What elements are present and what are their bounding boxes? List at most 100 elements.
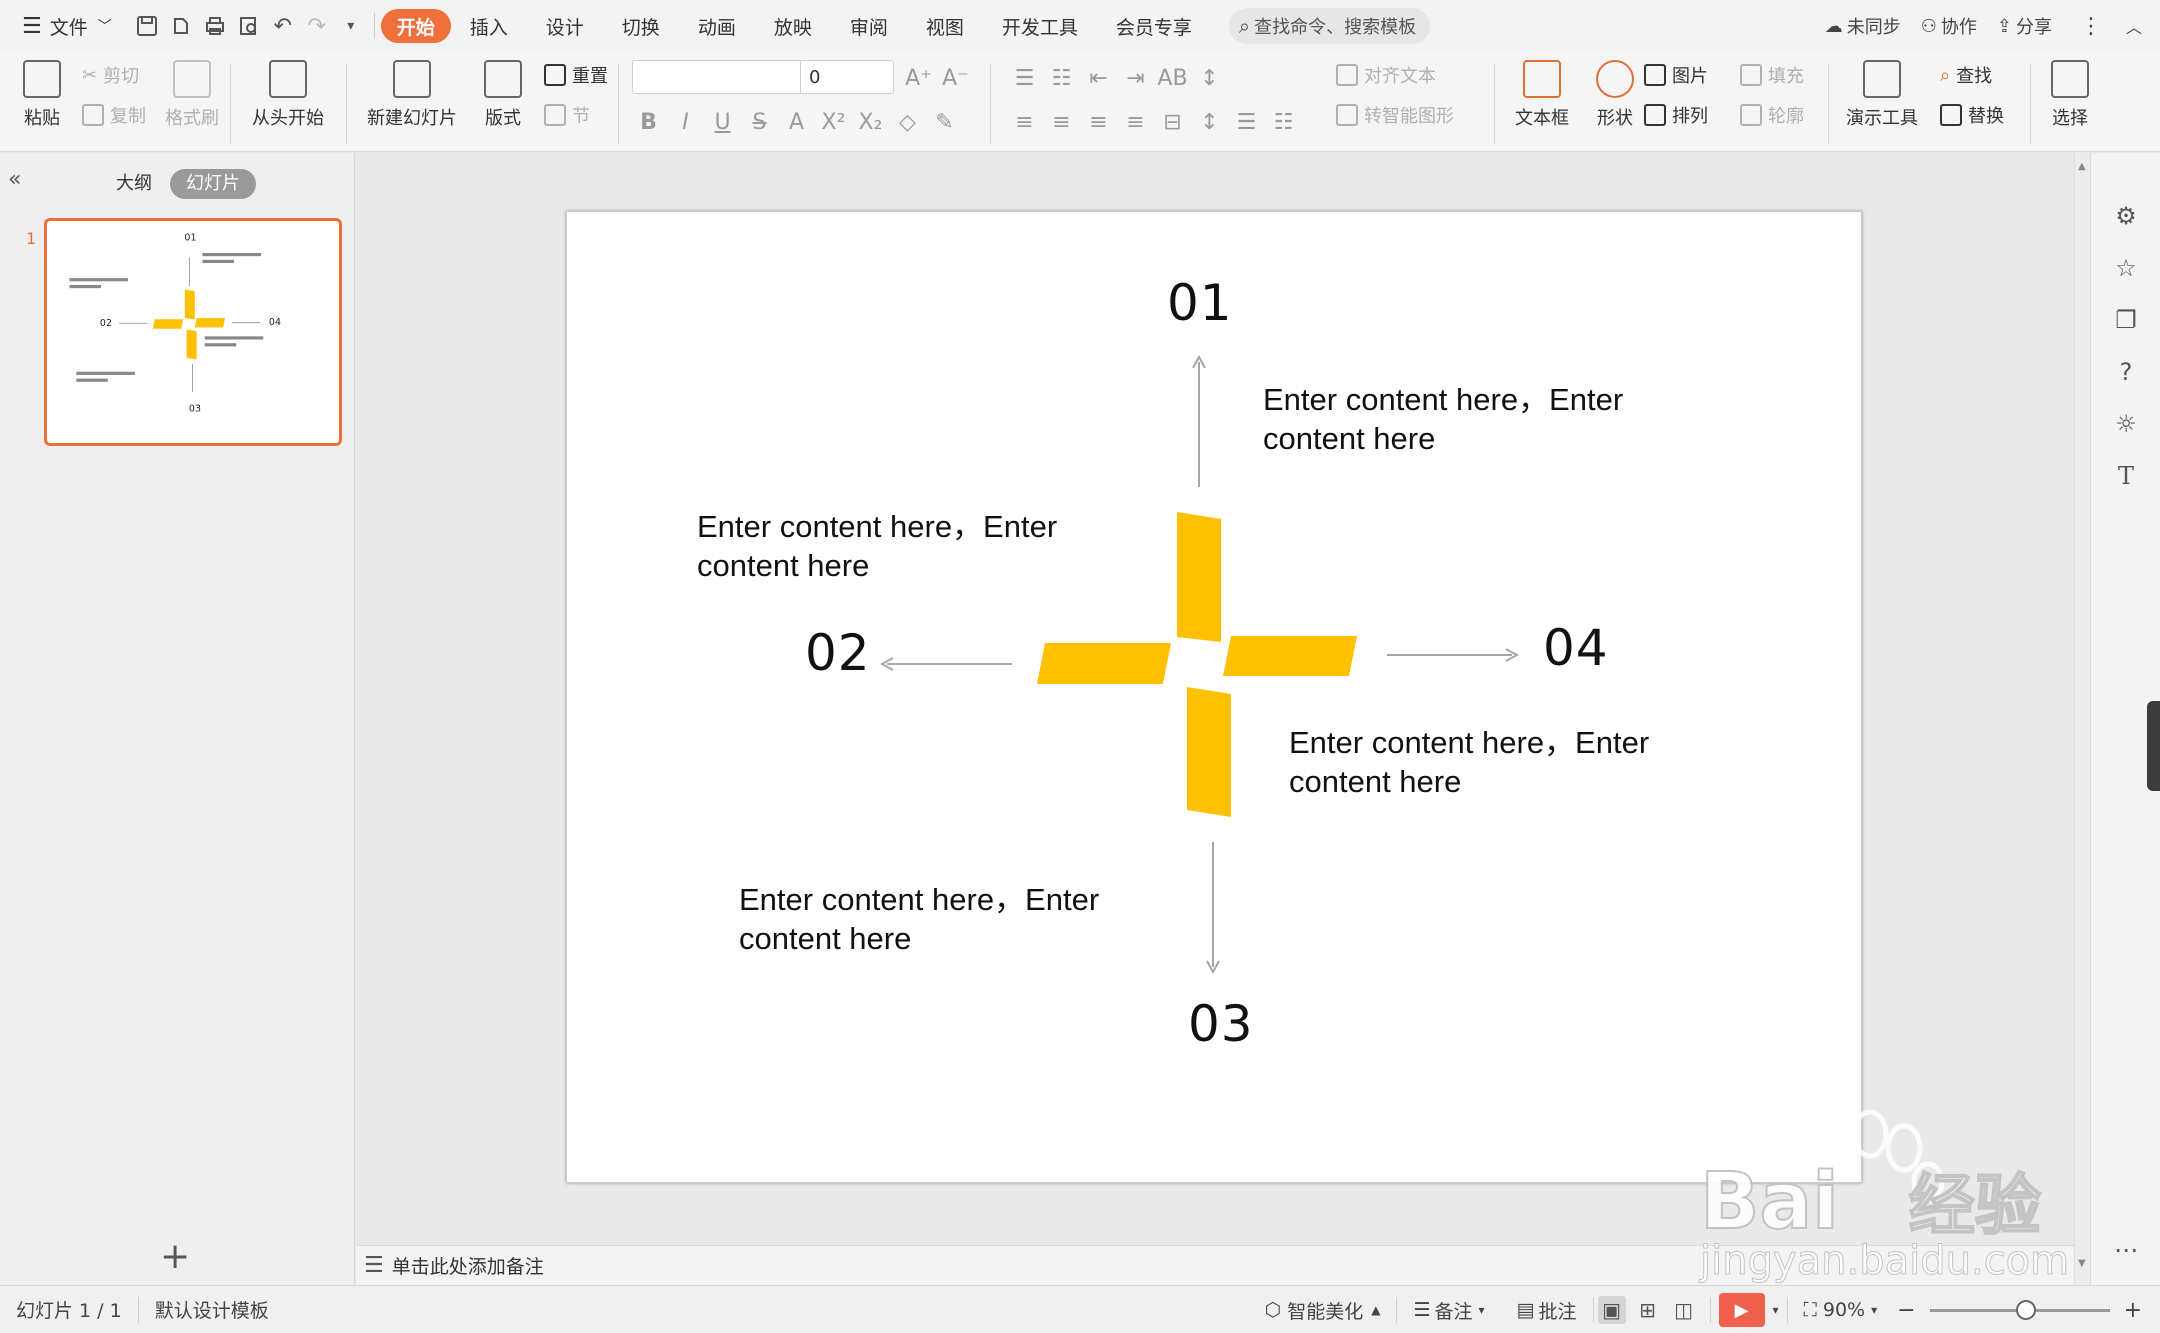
textbox-button[interactable]: 文本框	[1506, 52, 1578, 130]
justify-icon[interactable]: ≡	[1117, 104, 1154, 140]
new-slide-button[interactable]: 新建幻灯片	[360, 52, 464, 130]
slide-transition-icon[interactable]: ❐	[2111, 305, 2141, 335]
tab-view[interactable]: 视图	[907, 6, 983, 46]
fill-button[interactable]: 填充	[1740, 62, 1804, 88]
outline-button[interactable]: 轮廓	[1740, 102, 1804, 128]
zoom-out-icon[interactable]: −	[1893, 1298, 1919, 1323]
quick-access-dropdown-icon[interactable]: ▾	[334, 6, 368, 46]
present-tools-button[interactable]: 演示工具	[1838, 52, 1926, 130]
superscript-icon[interactable]: X²	[815, 104, 852, 140]
from-start-button[interactable]: 从头开始	[244, 52, 332, 130]
align-text-button[interactable]: 对齐文本	[1336, 62, 1436, 88]
bold-icon[interactable]: B	[630, 104, 667, 140]
pinwheel-blade-right[interactable]	[1223, 636, 1357, 676]
slide-thumbnail[interactable]: 01 02 03 04	[44, 218, 342, 446]
smart-shape-button[interactable]: 转智能图形	[1336, 102, 1454, 128]
select-button[interactable]: 选择	[2040, 52, 2100, 130]
zoom-in-icon[interactable]: +	[2120, 1298, 2160, 1323]
pinwheel-blade-bottom[interactable]	[1187, 687, 1231, 817]
design-template[interactable]: 默认设计模板	[139, 1296, 285, 1323]
command-search-box[interactable]: ⌕ 查找命令、搜索模板	[1228, 8, 1431, 44]
picture-button[interactable]: 图片	[1644, 62, 1708, 88]
align-center-icon[interactable]: ≡	[1043, 104, 1080, 140]
collaborate-button[interactable]: ⚇ 协作	[1911, 6, 1987, 46]
vertical-scrollbar[interactable]: ▲ ▼	[2074, 153, 2090, 1285]
tab-review[interactable]: 审阅	[831, 6, 907, 46]
slide[interactable]: 01 Enter content here，Enter content here…	[566, 211, 1862, 1183]
tab-transitions[interactable]: 切换	[603, 6, 679, 46]
play-options-icon[interactable]: ▾	[1765, 1303, 1787, 1317]
item-number-03[interactable]: 03	[1188, 995, 1254, 1053]
zoom-slider-knob[interactable]	[2015, 1299, 2036, 1320]
increase-font-icon[interactable]: A⁺	[900, 60, 937, 96]
subscript-icon[interactable]: X₂	[852, 104, 889, 140]
line-spacing-icon[interactable]: ↕	[1191, 104, 1228, 140]
item-text-02[interactable]: Enter content here，Enter content here	[697, 507, 1117, 585]
item-number-01[interactable]: 01	[1167, 274, 1233, 332]
print-icon[interactable]	[198, 6, 232, 46]
numbering-icon[interactable]: ☷	[1043, 60, 1080, 96]
strikethrough-icon[interactable]: S	[741, 104, 778, 140]
tips-icon[interactable]: ☼	[2111, 409, 2141, 439]
replace-button[interactable]: 替换	[1940, 102, 2004, 128]
font-color-icon[interactable]: A	[778, 104, 815, 140]
decrease-font-icon[interactable]: A⁻	[937, 60, 974, 96]
help-icon[interactable]: ?	[2111, 357, 2141, 387]
paragraph-spacing-icon[interactable]: ☰	[1228, 104, 1265, 140]
more-icon[interactable]: ⋯	[2111, 1235, 2141, 1265]
phonetic-icon[interactable]: ✎	[926, 104, 963, 140]
format-painter-button[interactable]: 格式刷	[162, 52, 222, 130]
tab-member[interactable]: 会员专享	[1097, 6, 1211, 46]
text-direction-icon[interactable]: AB	[1154, 60, 1191, 96]
smart-beautify-button[interactable]: ⬡ 智能美化 ▲	[1249, 1297, 1397, 1324]
sidebar-drag-handle[interactable]	[2147, 701, 2160, 791]
shape-button[interactable]: 形状	[1586, 52, 1644, 130]
item-text-04[interactable]: Enter content here，Enter content here	[1289, 723, 1709, 801]
export-icon[interactable]	[164, 6, 198, 46]
underline-icon[interactable]: U	[704, 104, 741, 140]
decrease-indent-icon[interactable]: ⇤	[1080, 60, 1117, 96]
tab-developer[interactable]: 开发工具	[983, 6, 1097, 46]
tab-home[interactable]: 开始	[380, 9, 451, 43]
slide-sorter-icon[interactable]: ⊞	[1634, 1296, 1662, 1324]
play-slideshow-button[interactable]: ▶	[1718, 1293, 1765, 1327]
tab-animations[interactable]: 动画	[679, 6, 755, 46]
file-menu[interactable]: ☰ 文件 ﹀	[0, 6, 122, 46]
item-text-01[interactable]: Enter content here，Enter content here	[1263, 380, 1683, 458]
font-selector[interactable]: 0	[632, 60, 894, 94]
tab-design[interactable]: 设计	[527, 6, 603, 46]
align-right-icon[interactable]: ≡	[1080, 104, 1117, 140]
scroll-up-icon[interactable]: ▲	[2078, 161, 2086, 172]
collapse-panel-icon[interactable]: «	[8, 167, 21, 192]
copy-button[interactable]: 复制	[82, 102, 146, 128]
sync-status-button[interactable]: ☁ 未同步	[1815, 6, 1911, 46]
paste-button[interactable]: 粘贴	[16, 52, 68, 130]
distribute-icon[interactable]: ⊟	[1154, 104, 1191, 140]
italic-icon[interactable]: I	[667, 104, 704, 140]
text-tool-icon[interactable]: T	[2111, 461, 2141, 491]
font-name-input[interactable]	[633, 61, 801, 93]
font-size-input[interactable]: 0	[801, 67, 820, 88]
save-icon[interactable]	[130, 6, 164, 46]
reset-button[interactable]: 重置	[544, 62, 608, 88]
collapse-ribbon-icon[interactable]: ︿	[2120, 6, 2160, 46]
more-options-icon[interactable]: ⋮	[2062, 6, 2120, 46]
comments-button[interactable]: ▤ 批注	[1501, 1297, 1593, 1324]
redo-icon[interactable]: ↷	[300, 6, 334, 46]
clear-format-icon[interactable]: ◇	[889, 104, 926, 140]
bullets-icon[interactable]: ☰	[1006, 60, 1043, 96]
tab-outline[interactable]: 大纲	[100, 169, 168, 199]
sort-icon[interactable]: ↕	[1191, 60, 1228, 96]
properties-icon[interactable]: ⚙	[2111, 201, 2141, 231]
add-slide-icon[interactable]: +	[160, 1236, 190, 1277]
find-button[interactable]: ⌕ 查找	[1940, 62, 1992, 88]
reading-view-icon[interactable]: ◫	[1670, 1296, 1698, 1324]
share-button[interactable]: ⇪ 分享	[1987, 6, 2062, 46]
align-left-icon[interactable]: ≡	[1006, 104, 1043, 140]
columns-icon[interactable]: ☷	[1265, 104, 1302, 140]
undo-icon[interactable]: ↶	[266, 6, 300, 46]
item-number-02[interactable]: 02	[805, 624, 871, 682]
increase-indent-icon[interactable]: ⇥	[1117, 60, 1154, 96]
pinwheel-blade-top[interactable]	[1177, 512, 1221, 642]
layout-button[interactable]: 版式	[478, 52, 528, 130]
